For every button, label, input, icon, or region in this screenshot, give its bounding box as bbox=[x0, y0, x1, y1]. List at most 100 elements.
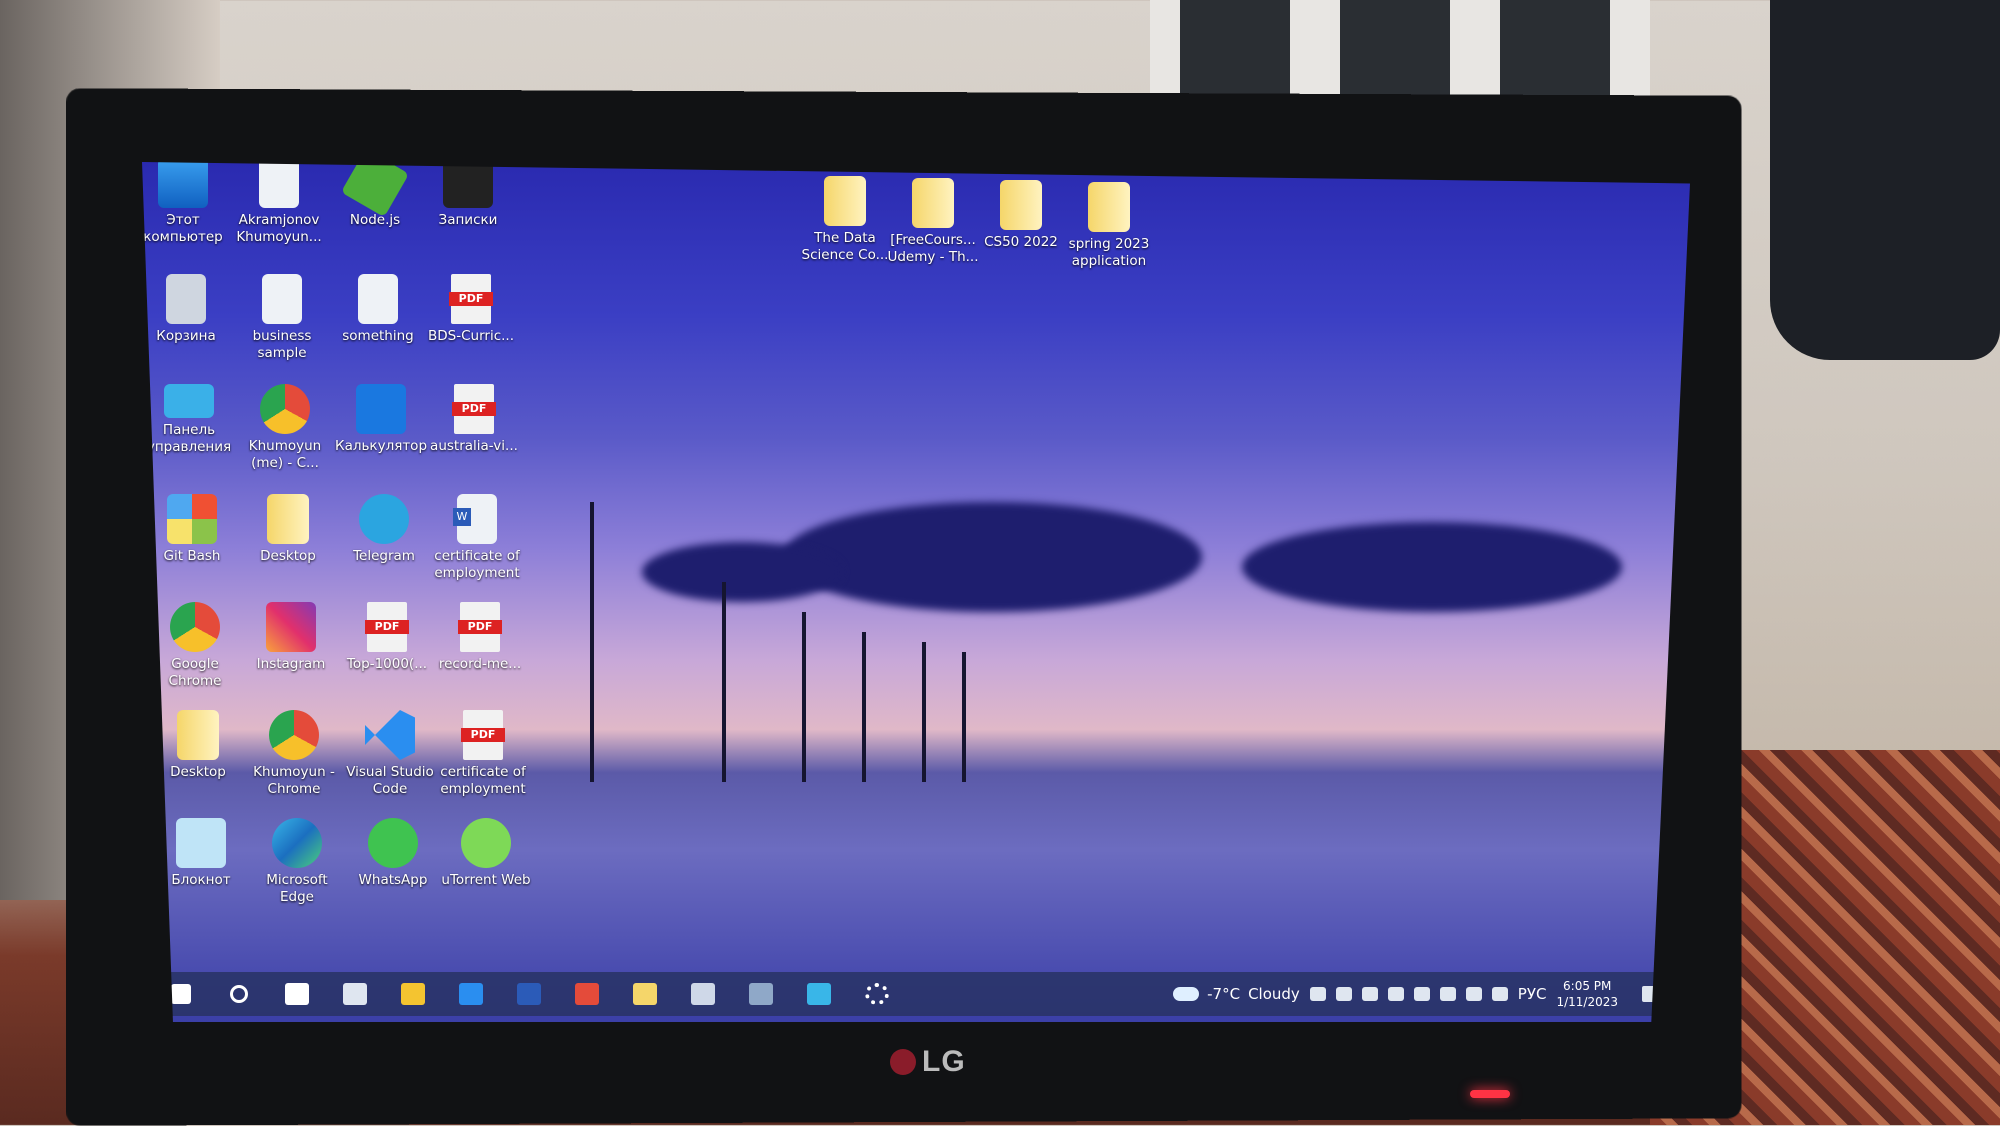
desktop-icon-label: Google Chrome bbox=[168, 656, 222, 689]
desktop-icon[interactable]: Git Bash bbox=[144, 494, 240, 565]
desktop-icon[interactable]: Khumoyun (me) - C... bbox=[237, 384, 333, 472]
taskbar-task-view-button[interactable] bbox=[277, 976, 317, 1012]
cloud-icon bbox=[1173, 987, 1200, 1001]
desktop-icon[interactable]: certificate of employment bbox=[429, 494, 525, 582]
clock-date: 1/11/2023 bbox=[1556, 995, 1618, 1009]
battery-icon[interactable] bbox=[1439, 987, 1456, 1001]
desktop-icon[interactable]: Visual Studio Code bbox=[342, 710, 438, 798]
windows-start-icon bbox=[171, 984, 191, 1004]
word-file-icon bbox=[453, 494, 497, 544]
taskbar-photos-button[interactable] bbox=[741, 976, 781, 1012]
vscode-icon bbox=[459, 983, 483, 1005]
desktop-icon-label: BDS-Curric... bbox=[428, 328, 514, 344]
desktop-folder-shortcut[interactable]: CS50 2022 bbox=[973, 180, 1069, 251]
desktop-icon-label: uTorrent Web bbox=[441, 872, 531, 888]
taskbar-store-button[interactable] bbox=[335, 976, 375, 1012]
desktop-icon-label: CS50 2022 bbox=[984, 234, 1058, 250]
store-icon bbox=[343, 983, 367, 1005]
desktop-icon[interactable]: WhatsApp bbox=[345, 818, 441, 889]
chrome-profile-icon bbox=[260, 384, 310, 434]
desktop-icon[interactable]: Top-1000(... bbox=[339, 602, 435, 673]
desktop-icon[interactable]: Google Chrome bbox=[147, 602, 243, 690]
desktop-icon[interactable]: Desktop bbox=[150, 710, 246, 781]
recycle-bin-icon bbox=[166, 274, 206, 324]
desktop-icon-label: Khumoyun - Chrome bbox=[253, 764, 335, 797]
desktop-icon-label: record-me... bbox=[438, 656, 522, 672]
pdf-icon bbox=[452, 384, 496, 434]
desktop-icon[interactable]: Akramjonov Khumoyun... bbox=[231, 162, 327, 246]
taskbar-edge-app-button[interactable] bbox=[799, 976, 839, 1012]
gear-icon bbox=[865, 983, 889, 1005]
taskbar-settings-button[interactable] bbox=[857, 976, 897, 1012]
desktop-icon-label: Desktop bbox=[260, 548, 316, 564]
desktop-icon[interactable]: something bbox=[330, 274, 426, 345]
text-file-icon bbox=[358, 274, 398, 324]
desktop-folder-shortcut[interactable]: [FreeCours... Udemy - Th... bbox=[885, 178, 981, 266]
keyboard-icon[interactable] bbox=[1491, 987, 1508, 1001]
desktop-icon[interactable]: Telegram bbox=[336, 494, 432, 565]
desktop-icon[interactable]: Калькулятор bbox=[333, 384, 429, 455]
taskbar-search-button[interactable] bbox=[219, 976, 259, 1012]
desktop-icon-label: Visual Studio Code bbox=[346, 764, 434, 797]
desktop-icon-label: certificate of employment bbox=[440, 764, 526, 797]
tray-icons bbox=[1309, 987, 1508, 1001]
taskbar-vscode-button[interactable] bbox=[451, 976, 491, 1012]
volume-icon[interactable] bbox=[1387, 987, 1404, 1001]
language-indicator[interactable]: РУС bbox=[1518, 985, 1547, 1003]
desktop-icon-label: Панель управления bbox=[146, 422, 232, 455]
chrome-icon bbox=[170, 602, 220, 652]
desktop-icon-label: Akramjonov Khumoyun... bbox=[236, 212, 322, 245]
desktop-icon-label: WhatsApp bbox=[358, 872, 428, 888]
word-icon bbox=[517, 983, 541, 1005]
globe-icon[interactable] bbox=[1465, 987, 1482, 1001]
phone-link-icon[interactable] bbox=[1335, 987, 1352, 1001]
taskbar-word-button[interactable] bbox=[509, 976, 549, 1012]
desktop-folder-shortcut[interactable]: The Data Science Co... bbox=[797, 176, 893, 264]
desktop-icon[interactable]: Записки bbox=[420, 162, 516, 229]
taskbar-apps bbox=[152, 976, 906, 1012]
desktop-icon-label: business sample bbox=[252, 328, 312, 361]
desktop-icon-label: spring 2023 application bbox=[1068, 236, 1150, 269]
desktop-icon[interactable]: Instagram bbox=[243, 602, 339, 673]
whatsapp-icon bbox=[368, 818, 418, 868]
desktop-icon[interactable]: australia-vi... bbox=[426, 384, 522, 455]
desktop-icon[interactable]: Desktop bbox=[240, 494, 336, 565]
nodejs-icon bbox=[340, 162, 410, 218]
taskbar-calculator-button[interactable] bbox=[683, 976, 723, 1012]
desktop-icon[interactable]: business sample bbox=[234, 274, 330, 362]
folder-icon bbox=[177, 710, 219, 760]
desktop-folder-shortcut[interactable]: spring 2023 application bbox=[1061, 182, 1157, 270]
calculator-icon bbox=[356, 384, 406, 434]
desktop-icon-label: Этот компьютер bbox=[143, 212, 223, 245]
desktop-icon[interactable]: BDS-Curric... bbox=[423, 274, 519, 345]
defender-icon[interactable] bbox=[1309, 987, 1326, 1001]
desktop-icon-label: Telegram bbox=[353, 548, 415, 564]
desktop-icon[interactable]: Microsoft Edge bbox=[249, 818, 345, 906]
desktop-icon[interactable]: Khumoyun - Chrome bbox=[246, 710, 342, 798]
pdf-icon bbox=[449, 274, 493, 324]
pdf-icon bbox=[365, 602, 409, 652]
desktop-icon[interactable]: Панель управления bbox=[142, 384, 237, 456]
desktop-icon[interactable]: record-me... bbox=[432, 602, 528, 673]
taskbar-file-manager-button[interactable] bbox=[393, 976, 433, 1012]
desktop-icon[interactable]: certificate of employment bbox=[435, 710, 531, 798]
clock[interactable]: 6:05 PM 1/11/2023 bbox=[1556, 978, 1618, 1010]
control-panel-icon bbox=[164, 384, 214, 418]
notes-icon[interactable] bbox=[1413, 987, 1430, 1001]
taskbar-explorer-button[interactable] bbox=[625, 976, 665, 1012]
pdf-icon bbox=[461, 710, 505, 760]
desktop-icon[interactable]: Этот компьютер bbox=[142, 162, 231, 246]
chrome-tray-icon[interactable] bbox=[1361, 987, 1378, 1001]
task-view-icon bbox=[285, 983, 309, 1005]
desktop-icon[interactable]: Корзина bbox=[142, 274, 234, 345]
weather-temp: -7°C bbox=[1207, 985, 1241, 1003]
desktop-icon-label: Калькулятор bbox=[334, 438, 428, 454]
desktop-icon-label: Desktop bbox=[170, 764, 226, 780]
desktop-icon[interactable]: uTorrent Web bbox=[438, 818, 534, 889]
weather-widget[interactable]: -7°C Cloudy bbox=[1173, 985, 1300, 1003]
system-tray: -7°C Cloudy РУС 6:05 PM 1/11/2023 bbox=[1173, 972, 1660, 1016]
monitor-logo: LG bbox=[890, 1045, 966, 1079]
desktop-icon[interactable]: Node.js bbox=[327, 162, 423, 229]
desktop-icon-label: Instagram bbox=[256, 656, 326, 672]
taskbar-chrome-button[interactable] bbox=[567, 976, 607, 1012]
